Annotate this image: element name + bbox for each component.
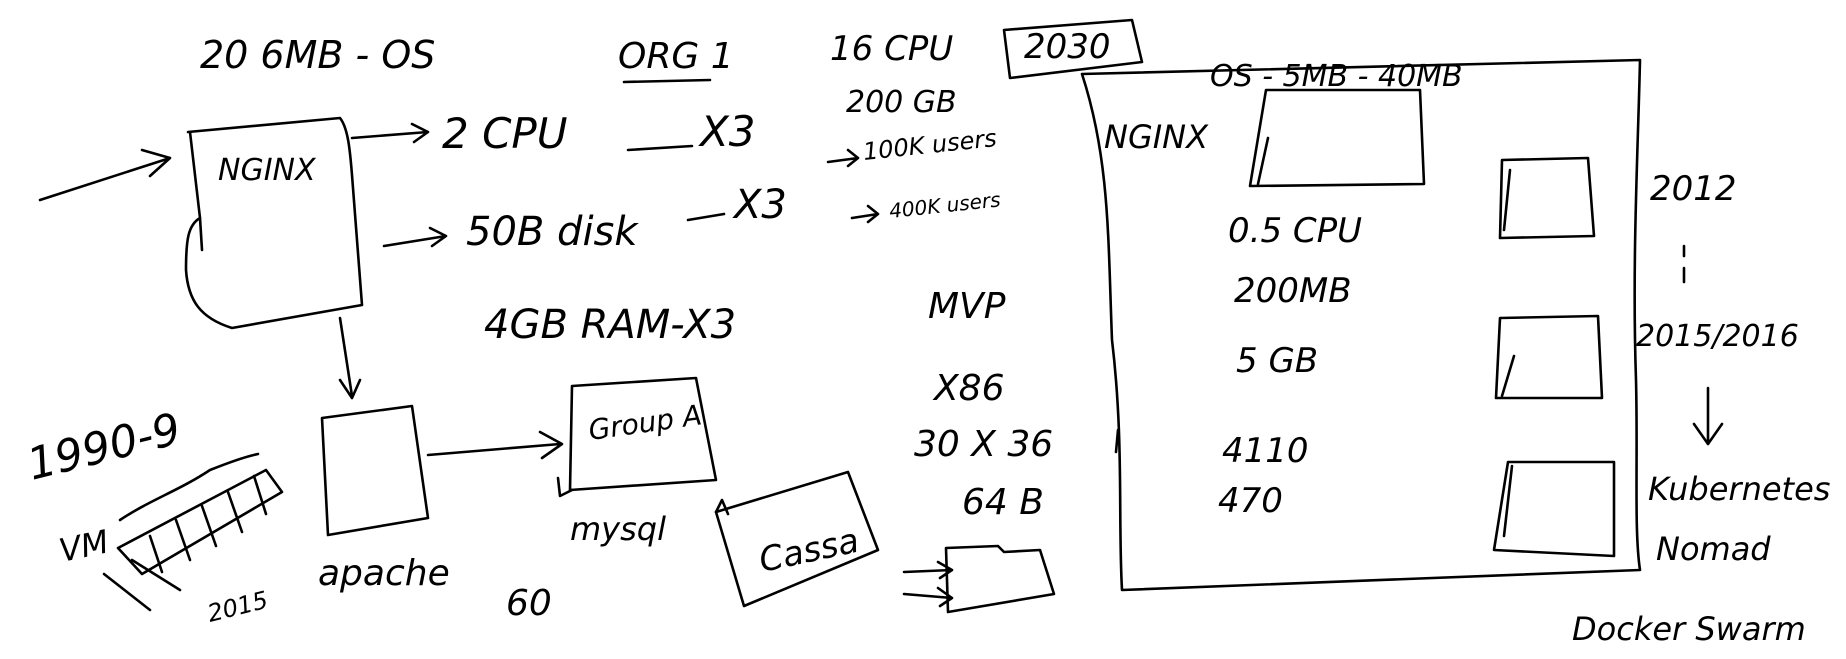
disk-arrow [382, 226, 448, 248]
x86-label: X86 [932, 368, 1004, 409]
n4110-label: 4110 [1222, 431, 1309, 471]
folder-arrow-bottom [902, 586, 954, 608]
org-underline [622, 78, 712, 84]
host-tick [1114, 428, 1120, 454]
year1990-label: 1990-9 [22, 403, 186, 490]
folder-icon [944, 544, 1056, 614]
apache-label: apache [318, 553, 450, 594]
os-size-label: 20 6MB - OS [200, 33, 435, 77]
disk-dash [686, 212, 726, 222]
cpu-times3: X3 [698, 107, 756, 156]
nginx-server-fold [198, 216, 204, 252]
vm-label: VM [56, 522, 112, 569]
container-right-1 [1498, 156, 1596, 240]
n470-label: 470 [1218, 481, 1283, 521]
container-nginx-tick [1256, 136, 1270, 186]
year2015-label: 2015 [205, 586, 271, 628]
mysql-label: mysql [570, 510, 666, 548]
mb200-label: 200MB [1234, 271, 1352, 311]
year2015-2016-label: 2015/2016 [1636, 319, 1799, 354]
folder-arrow-top [902, 560, 954, 580]
nginx-left-label: NGINX [218, 153, 317, 188]
year2030-label: 2030 [1024, 27, 1111, 67]
apache-to-group-arrow [426, 430, 564, 460]
incoming-arrow [38, 148, 172, 202]
mvp-label: MVP [928, 286, 1006, 327]
users400k-arrow [850, 204, 880, 224]
cpu-arrow [350, 122, 430, 144]
group-a-label: Group A [586, 398, 703, 447]
container-right-1-tick [1502, 168, 1512, 232]
gb200-label: 200 GB [846, 85, 957, 120]
nomad-label: Nomad [1656, 530, 1771, 568]
gb5-label: 5 GB [1236, 341, 1318, 381]
x3036-label: 30 X 36 [914, 424, 1053, 465]
org-label: ORG 1 [618, 36, 734, 77]
disk-times3: X3 [732, 182, 787, 228]
docker-swarm-label: Docker Swarm [1572, 610, 1806, 648]
users400k-label: 400K users [888, 187, 1002, 223]
users100k-label: 100K users [862, 124, 998, 166]
users100k-arrow [826, 148, 860, 168]
nginx-server-box [184, 116, 364, 330]
container-nginx [1248, 88, 1426, 188]
whiteboard-sketch: NGINX 20 6MB - OS ORG 1 2 CPU X3 50B dis… [22, 18, 1830, 648]
container-right-2-tick [1500, 354, 1516, 398]
cpu16-label: 16 CPU [830, 29, 953, 69]
gb64-label: 64 B [962, 482, 1044, 523]
cpu2-label: 2 CPU [442, 109, 567, 158]
nginx-to-apache-arrow [338, 316, 362, 400]
container-right-2 [1494, 314, 1604, 400]
ram-label: 4GB RAM-X3 [484, 302, 736, 348]
cpu-dash [626, 144, 694, 152]
nginx-right-label: NGINX [1104, 118, 1209, 156]
kubernetes-label: Kubernetes [1648, 470, 1830, 508]
sixty-label: 60 [506, 583, 552, 624]
disk-label: 50B disk [466, 209, 639, 255]
timeline-down-arrow [1692, 386, 1724, 446]
cassandra-label: Cassa [756, 521, 863, 581]
apache-server-box [320, 404, 430, 537]
year2012-label: 2012 [1650, 169, 1737, 209]
cpu05-label: 0.5 CPU [1228, 211, 1362, 251]
